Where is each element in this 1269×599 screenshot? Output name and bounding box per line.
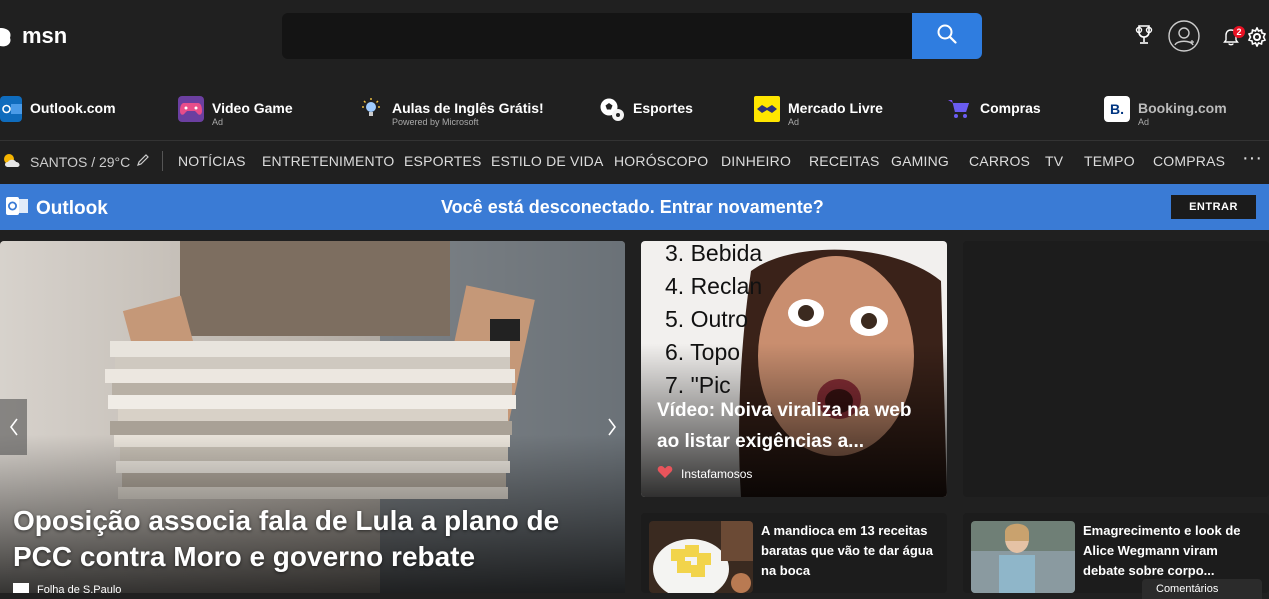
handshake-icon — [754, 96, 780, 122]
booking-icon: B. — [1104, 96, 1130, 122]
search-icon — [937, 24, 957, 49]
edit-pencil-icon[interactable] — [136, 153, 150, 170]
powered-by-label: Powered by Microsoft — [392, 117, 479, 127]
search-input[interactable] — [282, 13, 912, 59]
nav-carros[interactable]: CARROS — [969, 153, 1030, 169]
hero-headline[interactable]: Oposição associa fala de Lula a plano de… — [13, 503, 613, 575]
entrar-button[interactable]: ENTRAR — [1171, 195, 1256, 219]
chevron-right-icon — [607, 418, 616, 436]
category-nav: SANTOS / 29°C NOTÍCIAS ENTRETENIMENTO ES… — [0, 140, 1269, 180]
top-bar: msn 2 — [0, 0, 1269, 78]
ad-label: Ad — [212, 117, 224, 127]
thumb-mandioca — [649, 521, 753, 593]
ad-label: Ad — [788, 117, 800, 127]
bell-icon[interactable]: 2 — [1223, 26, 1245, 46]
quick-links: Outlook.com Video Game Ad Aulas de Inglês… — [0, 96, 1269, 136]
partly-sunny-icon — [0, 151, 24, 172]
nav-dinheiro[interactable]: DINHEIRO — [721, 153, 791, 169]
soccer-ball-icon — [599, 96, 625, 122]
nav-esportes[interactable]: ESPORTES — [404, 153, 482, 169]
more-options-icon[interactable]: ··· — [1242, 147, 1262, 170]
quicklink-aulas-ingles[interactable]: Aulas de Inglês Grátis! Powered by Micros… — [358, 96, 544, 136]
gear-icon[interactable] — [1247, 27, 1267, 47]
notification-badge: 2 — [1233, 26, 1245, 38]
heart-icon — [657, 465, 673, 482]
ad-label: Ad — [1138, 117, 1150, 127]
card-source: Instafamosos — [657, 465, 752, 482]
quicklink-label: Compras — [980, 100, 1041, 116]
outlook-icon — [6, 195, 28, 222]
list-line: 6. Topo — [665, 339, 741, 365]
card-headline[interactable]: Emagrecimento e look de Alice Wegmann vi… — [1083, 521, 1263, 581]
quicklink-video-game[interactable]: Video Game Ad — [178, 96, 293, 136]
nav-noticias[interactable]: NOTÍCIAS — [178, 153, 246, 169]
quicklink-compras[interactable]: Compras — [946, 96, 1041, 136]
list-line: 5. Outro — [665, 306, 749, 332]
weather-widget[interactable]: SANTOS / 29°C — [0, 151, 150, 172]
hero-card[interactable]: Oposição associa fala de Lula a plano de… — [0, 241, 625, 593]
outlook-signin-banner: Outlook Você está desconectado. Entrar n… — [0, 184, 1269, 230]
butterfly-icon — [0, 22, 18, 50]
nav-receitas[interactable]: RECEITAS — [809, 153, 880, 169]
news-card-placeholder — [963, 241, 1269, 497]
rewards-trophy-icon[interactable] — [1134, 24, 1154, 46]
msn-logo[interactable]: msn — [0, 22, 67, 50]
list-line: 4. Reclan — [665, 273, 763, 299]
list-overlay: 3. Bebida 4. Reclan 5. Outro 6. Topo 7. … — [665, 241, 762, 402]
shopping-cart-icon — [946, 96, 972, 122]
gamepad-icon — [178, 96, 204, 122]
folha-logo-icon — [13, 583, 29, 593]
quicklink-label: Mercado Livre — [788, 100, 883, 116]
quicklink-label: Aulas de Inglês Grátis! — [392, 100, 544, 116]
nav-horoscopo[interactable]: HORÓSCOPO — [614, 153, 708, 169]
nav-estilo-de-vida[interactable]: ESTILO DE VIDA — [491, 153, 604, 169]
source-name: Instafamosos — [681, 466, 753, 481]
carousel-prev-button[interactable] — [0, 399, 27, 455]
comments-label: Comentários — [1156, 583, 1219, 595]
quicklink-booking[interactable]: B. Booking.com Ad — [1104, 96, 1227, 136]
quicklink-label: Booking.com — [1138, 100, 1227, 116]
carousel-next-button[interactable] — [598, 399, 625, 455]
news-card-video[interactable]: 3. Bebida 4. Reclan 5. Outro 6. Topo 7. … — [641, 241, 947, 497]
nav-tv[interactable]: TV — [1045, 153, 1063, 169]
list-line: 3. Bebida — [665, 241, 763, 266]
chevron-left-icon — [9, 418, 18, 436]
quicklink-label: Video Game — [212, 100, 293, 116]
outlook-name: Outlook — [36, 197, 108, 219]
quicklink-mercado-livre[interactable]: Mercado Livre Ad — [754, 96, 883, 136]
thumb-alice — [971, 521, 1075, 593]
weather-label: SANTOS / 29°C — [30, 153, 131, 170]
search-box — [282, 13, 982, 59]
user-avatar-icon[interactable] — [1168, 20, 1200, 52]
logo-text: msn — [22, 23, 68, 48]
comments-button[interactable]: Comentários — [1142, 579, 1262, 599]
card-headline[interactable]: Vídeo: Noiva viraliza na web ao listar e… — [657, 395, 937, 457]
outlook-logo: Outlook — [6, 195, 108, 222]
quicklink-label: Esportes — [633, 100, 693, 116]
search-button[interactable] — [912, 13, 982, 59]
outlook-icon — [0, 96, 22, 122]
nav-entretenimento[interactable]: ENTRETENIMENTO — [262, 153, 394, 169]
nav-compras[interactable]: COMPRAS — [1153, 153, 1225, 169]
card-headline[interactable]: A mandioca em 13 receitas baratas que vã… — [761, 521, 941, 581]
quicklink-esportes[interactable]: Esportes — [599, 96, 693, 136]
lightbulb-icon — [358, 96, 384, 122]
quicklink-label: Outlook.com — [30, 100, 116, 116]
nav-gaming[interactable]: GAMING — [891, 153, 949, 169]
signin-message[interactable]: Você está desconectado. Entrar novamente… — [441, 197, 824, 218]
nav-divider — [162, 151, 163, 171]
quicklink-outlook[interactable]: Outlook.com — [0, 96, 116, 136]
nav-tempo[interactable]: TEMPO — [1084, 153, 1135, 169]
hero-source: Folha de S.Paulo — [13, 583, 121, 593]
news-card-mandioca[interactable]: A mandioca em 13 receitas baratas que vã… — [641, 513, 947, 593]
source-name: Folha de S.Paulo — [37, 584, 122, 593]
